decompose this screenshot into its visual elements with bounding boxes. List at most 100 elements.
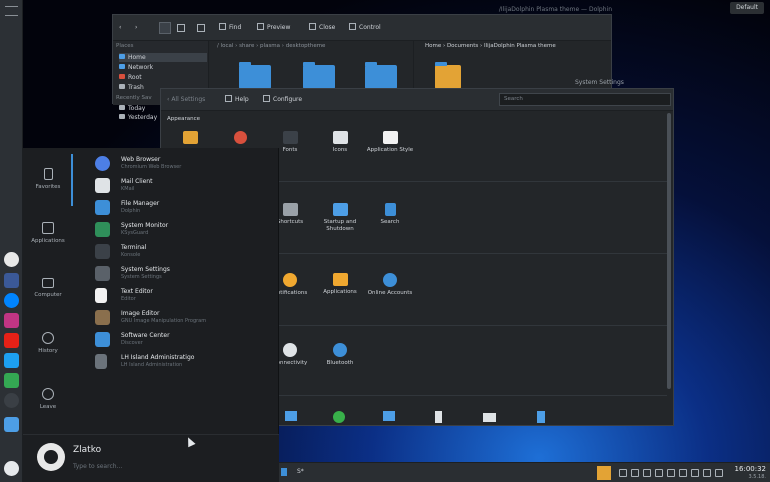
- recent-item[interactable]: Yesterday: [119, 113, 157, 122]
- tray-bluetooth-icon[interactable]: [691, 469, 699, 477]
- distro-logo-icon[interactable]: [4, 461, 19, 476]
- configure-button[interactable]: Configure: [263, 95, 302, 105]
- module-label: Icons: [332, 147, 348, 153]
- app-web-browser[interactable]: Web Browser Chromium Web Browser: [95, 154, 275, 176]
- tray-clipboard-icon[interactable]: [631, 469, 639, 477]
- category-favorites[interactable]: Favorites: [23, 168, 73, 190]
- module-icons[interactable]: Icons: [315, 131, 365, 154]
- forward-icon[interactable]: ›: [135, 23, 137, 33]
- twitter-icon[interactable]: [4, 353, 19, 368]
- dock-placeholder-icon[interactable]: [4, 393, 19, 408]
- clock[interactable]: 16:00:32 3.5.18.: [735, 465, 766, 481]
- maps-icon[interactable]: [4, 373, 19, 388]
- startup-icon: [332, 203, 348, 216]
- facebook-icon[interactable]: [4, 273, 19, 288]
- network-icon: [119, 64, 125, 69]
- app-system-monitor[interactable]: System Monitor KSysGuard: [95, 220, 275, 242]
- recent-item-label: Today: [128, 105, 146, 112]
- module-bluetooth[interactable]: Bluetooth: [315, 343, 365, 367]
- module-online-accounts[interactable]: Online Accounts: [365, 273, 415, 297]
- desktop-badge[interactable]: Default: [730, 2, 764, 14]
- app-image-editor[interactable]: Image Editor GNU Image Manipulation Progr…: [95, 308, 275, 330]
- power-icon[interactable]: [333, 411, 345, 423]
- configure-icon: [263, 95, 270, 102]
- app-name: System Settings: [121, 266, 170, 273]
- display-icon[interactable]: [285, 411, 297, 421]
- app-desc: Editor: [121, 296, 136, 302]
- recent-item[interactable]: Today: [119, 104, 145, 113]
- removable-storage-icon[interactable]: [435, 411, 442, 423]
- task-icon[interactable]: [281, 468, 287, 476]
- tray-expand-icon[interactable]: [715, 469, 723, 477]
- messenger-icon[interactable]: [4, 293, 19, 308]
- back-icon[interactable]: ‹: [119, 23, 121, 33]
- tray-device-icon[interactable]: [643, 469, 651, 477]
- all-settings-label: All Settings: [171, 96, 206, 103]
- module-theme[interactable]: [165, 131, 215, 147]
- find-button[interactable]: Find: [219, 23, 241, 33]
- app-desc: GNU Image Manipulation Program: [121, 318, 207, 324]
- instagram-icon[interactable]: [4, 313, 19, 328]
- breadcrumb-right[interactable]: Home › Documents › IlijaDolphin Plasma t…: [425, 43, 556, 49]
- keyboard-icon: [282, 203, 298, 216]
- all-settings-button[interactable]: ‹ All Settings: [167, 95, 205, 105]
- preview-button[interactable]: Preview: [257, 23, 290, 33]
- app-text-editor[interactable]: Text Editor Editor: [95, 286, 275, 308]
- task-label[interactable]: S*: [297, 468, 304, 475]
- category-history[interactable]: History: [23, 332, 73, 354]
- control-button[interactable]: Control: [349, 23, 381, 33]
- breadcrumb-left[interactable]: / local › share › plasma › desktoptheme: [217, 43, 325, 52]
- category-computer[interactable]: Computer: [23, 278, 73, 298]
- app-lh-island-admin[interactable]: LH Island Administratigo LH Island Admini…: [95, 352, 275, 374]
- tray-volume-icon[interactable]: [703, 469, 711, 477]
- find-label: Find: [229, 24, 242, 31]
- details-view-icon[interactable]: [177, 24, 185, 32]
- help-button[interactable]: Help: [225, 95, 249, 105]
- places-item-network[interactable]: Network: [119, 63, 153, 72]
- chrome-icon[interactable]: [4, 252, 19, 267]
- app-mail-client[interactable]: Mail Client KMail: [95, 176, 275, 198]
- module-startup-shutdown[interactable]: Startup and Shutdown: [315, 203, 365, 233]
- settings-search-input[interactable]: Search: [499, 93, 671, 106]
- places-item-home[interactable]: Home: [119, 53, 207, 62]
- printer-icon[interactable]: [483, 413, 496, 422]
- launcher-search-input[interactable]: Type to search...: [73, 463, 122, 470]
- folder-icon[interactable]: [303, 62, 335, 89]
- category-leave[interactable]: Leave: [23, 388, 73, 410]
- places-item-trash[interactable]: Trash: [119, 83, 144, 92]
- app-software-center[interactable]: Software Center Discover: [95, 330, 275, 352]
- archive-icon[interactable]: [435, 62, 461, 89]
- menu-icon[interactable]: [5, 6, 18, 16]
- app-system-settings[interactable]: System Settings System Settings: [95, 264, 275, 286]
- icon-view-icon[interactable]: [159, 22, 171, 34]
- module-label: Fonts: [282, 147, 298, 153]
- module-colors[interactable]: [215, 131, 265, 147]
- module-label: Applications: [323, 289, 357, 295]
- text-editor-icon: [95, 288, 107, 303]
- category-label: Applications: [31, 238, 65, 244]
- avatar[interactable]: [37, 443, 65, 471]
- module-application-style[interactable]: Application Style: [365, 131, 415, 154]
- app-terminal[interactable]: Terminal Konsole: [95, 242, 275, 264]
- tray-app-icon[interactable]: [597, 466, 611, 480]
- category-applications[interactable]: Applications: [23, 222, 73, 244]
- places-item-root[interactable]: Root: [119, 73, 142, 82]
- tray-updates-icon[interactable]: [667, 469, 675, 477]
- tray-network-icon[interactable]: [619, 469, 627, 477]
- compact-view-icon[interactable]: [197, 24, 205, 32]
- app-file-manager[interactable]: File Manager Dolphin: [95, 198, 275, 220]
- module-label: Search: [380, 219, 400, 225]
- tray-battery-icon[interactable]: [655, 469, 663, 477]
- configure-label: Configure: [273, 96, 303, 103]
- close-button[interactable]: Close: [309, 23, 335, 33]
- screen-icon[interactable]: [383, 411, 395, 421]
- tray-display-icon[interactable]: [679, 469, 687, 477]
- folder-icon[interactable]: [239, 62, 271, 89]
- module-applications[interactable]: Applications: [315, 273, 365, 296]
- youtube-icon[interactable]: [4, 333, 19, 348]
- device-icon[interactable]: [537, 411, 545, 423]
- module-search[interactable]: Search: [365, 203, 415, 226]
- folder-icon[interactable]: [365, 62, 397, 89]
- screen-icon[interactable]: [4, 417, 19, 432]
- settings-scrollbar[interactable]: [667, 113, 671, 389]
